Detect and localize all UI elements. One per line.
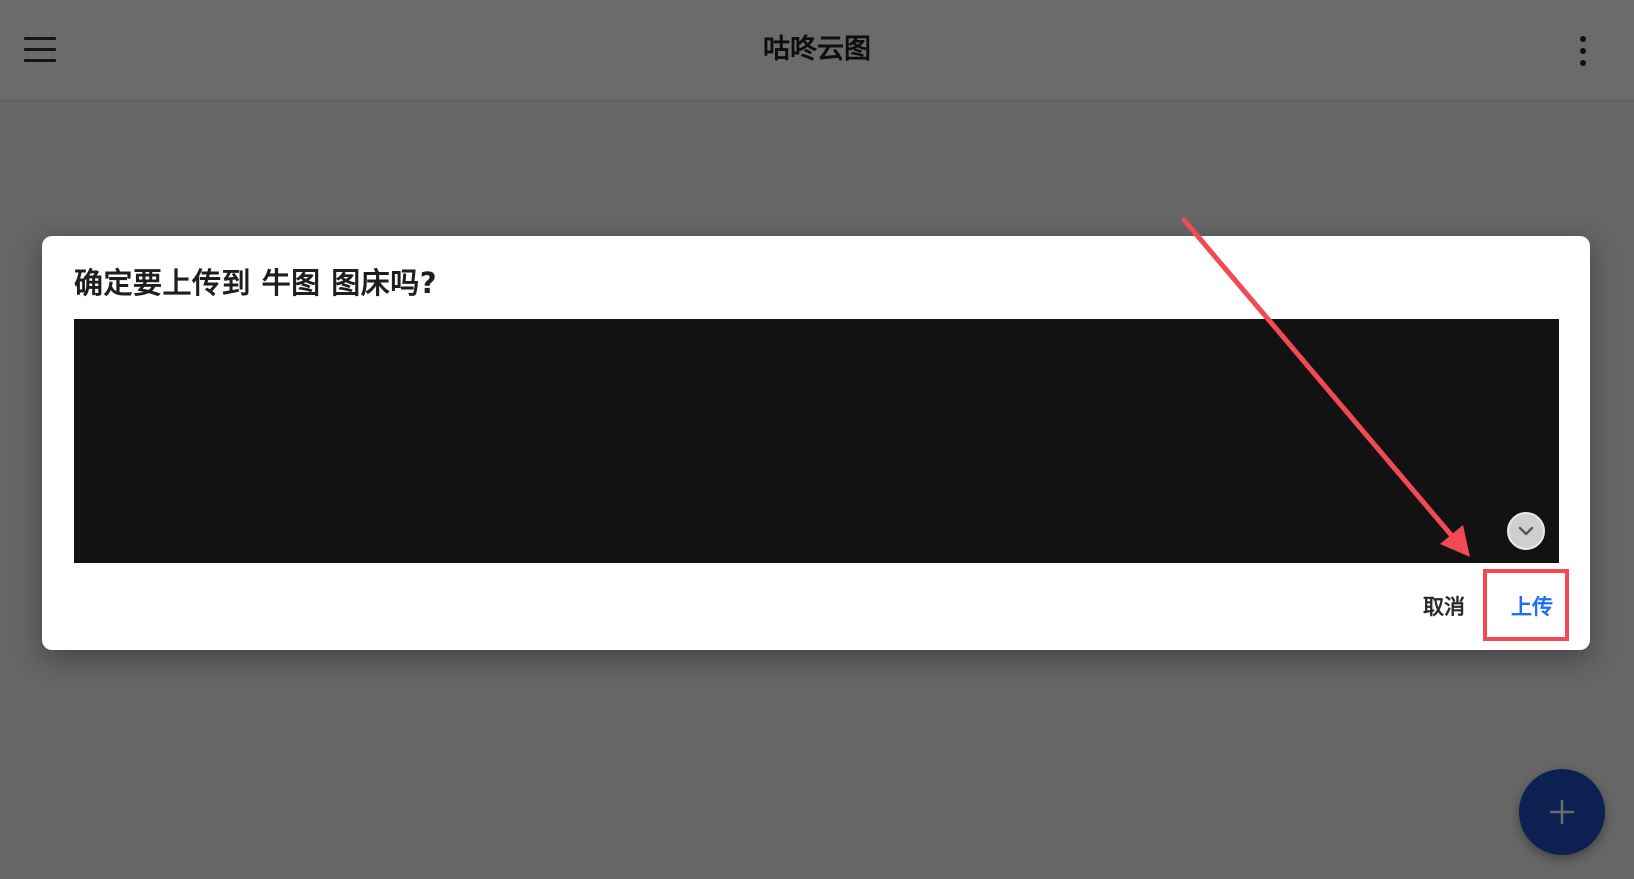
image-preview — [74, 319, 1559, 563]
expand-preview-button[interactable] — [1507, 512, 1545, 550]
upload-button[interactable]: 上传 — [1499, 589, 1565, 625]
chevron-down-icon — [1518, 526, 1534, 536]
dialog-title: 确定要上传到 牛图 图床吗? — [74, 266, 438, 300]
cancel-button[interactable]: 取消 — [1411, 589, 1477, 625]
upload-confirm-dialog: 确定要上传到 牛图 图床吗? 取消 上传 — [42, 236, 1590, 650]
